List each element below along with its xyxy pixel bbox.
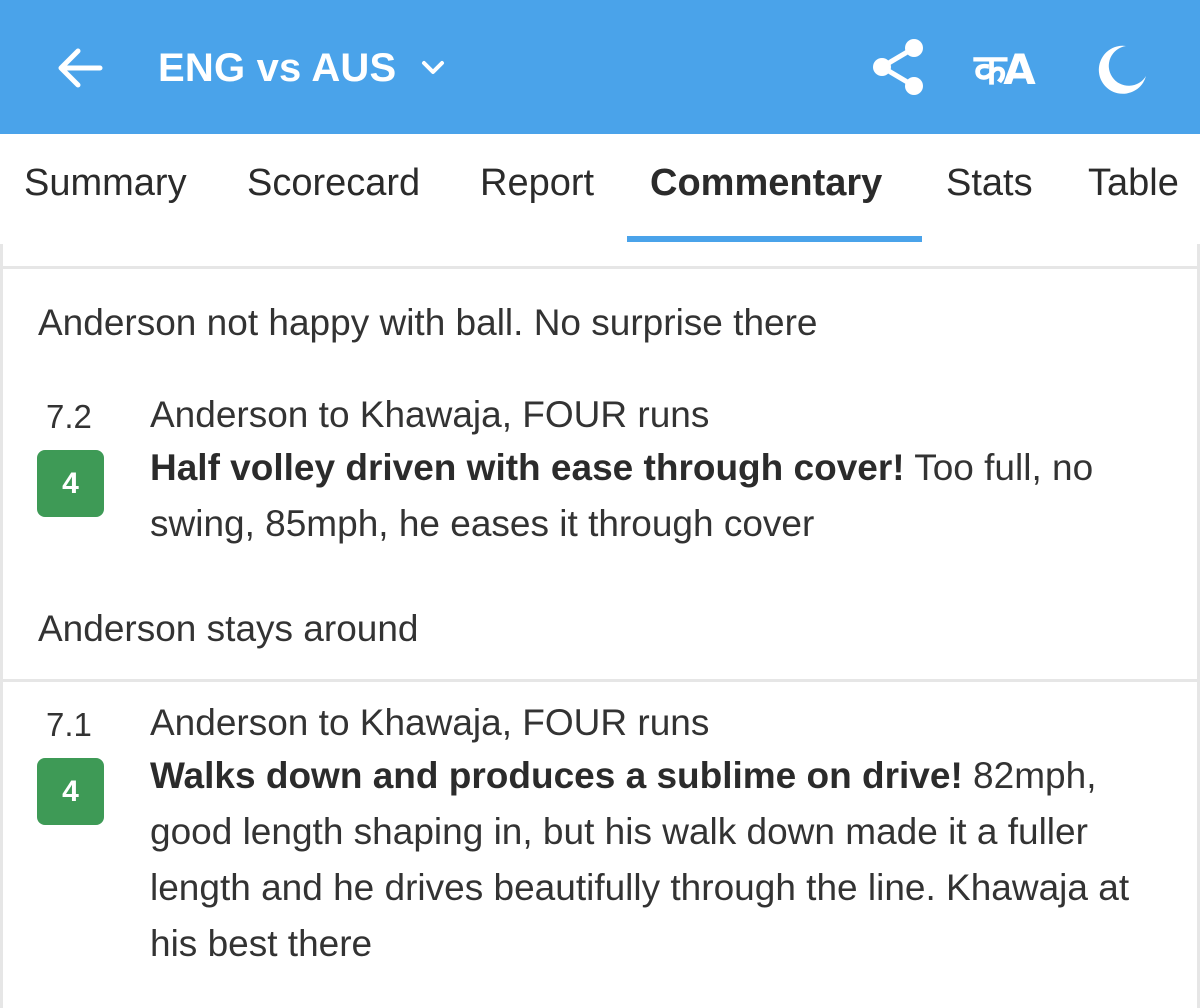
divider: [0, 266, 1200, 269]
commentary-note: Anderson not happy with ball. No surpris…: [38, 302, 818, 343]
runs-badge: 4: [37, 758, 104, 825]
divider: [0, 679, 1200, 682]
back-arrow-icon[interactable]: [52, 40, 108, 96]
chevron-down-icon: [422, 61, 445, 74]
ball-description: Walks down and produces a sublime on dri…: [150, 748, 1170, 972]
tab-stats[interactable]: Stats: [946, 162, 1033, 205]
commentary-feed[interactable]: Anderson not happy with ball. No surpris…: [0, 244, 1200, 1008]
app-header: ENG vs AUS कA: [0, 0, 1200, 134]
runs-badge: 4: [37, 450, 104, 517]
language-icon: कA: [974, 44, 1036, 94]
language-toggle[interactable]: कA: [974, 40, 1036, 96]
tab-bar: Summary Scorecard Report Commentary Stat…: [0, 134, 1200, 244]
active-tab-indicator: [627, 236, 922, 242]
ball-description: Half volley driven with ease through cov…: [150, 440, 1170, 552]
share-icon[interactable]: [868, 36, 928, 98]
match-selector[interactable]: ENG vs AUS: [158, 38, 448, 98]
ball-highlight: Half volley driven with ease through cov…: [150, 447, 905, 488]
commentary-note: Anderson stays around: [38, 608, 419, 649]
moon-icon[interactable]: [1092, 40, 1150, 98]
tab-commentary[interactable]: Commentary: [650, 162, 882, 205]
ball-highlight: Walks down and produces a sublime on dri…: [150, 755, 963, 796]
frame-border: [0, 244, 3, 1008]
over-number: 7.1: [46, 706, 92, 743]
over-number: 7.2: [46, 398, 92, 435]
tab-report[interactable]: Report: [480, 162, 594, 205]
ball-headline: Anderson to Khawaja, FOUR runs: [150, 394, 710, 435]
tab-scorecard[interactable]: Scorecard: [247, 162, 420, 205]
match-title: ENG vs AUS: [158, 45, 397, 90]
ball-headline: Anderson to Khawaja, FOUR runs: [150, 702, 710, 743]
tab-table[interactable]: Table: [1088, 162, 1179, 205]
tab-summary[interactable]: Summary: [24, 162, 187, 205]
